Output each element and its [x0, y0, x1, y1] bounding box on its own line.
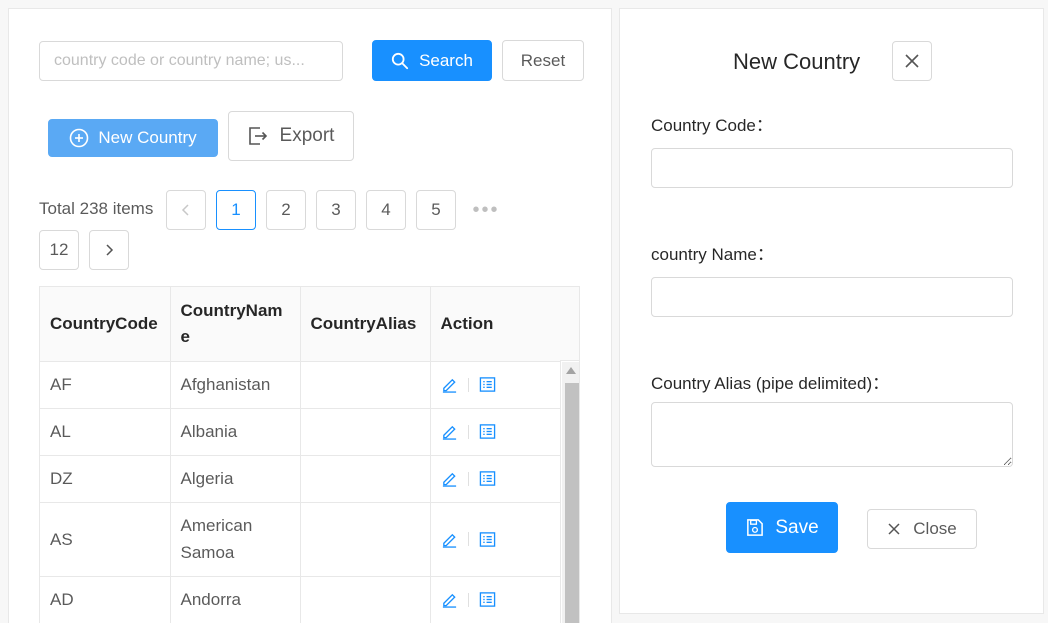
list-detail-icon[interactable] — [479, 470, 496, 487]
cell-name: Afghanistan — [170, 361, 301, 409]
new-country-button-label: New Country — [98, 128, 197, 147]
table-row: DZ Algeria — [40, 455, 561, 503]
header-country-name: CountryName — [170, 287, 301, 362]
list-detail-icon[interactable] — [479, 591, 496, 608]
cell-action — [430, 455, 561, 503]
country-alias-field[interactable] — [651, 402, 1013, 467]
drawer-close-button[interactable] — [892, 41, 932, 81]
cell-action — [430, 361, 561, 409]
cell-name: Algeria — [170, 455, 301, 503]
new-country-button[interactable]: New Country — [48, 119, 218, 157]
table-scrollbar-thumb[interactable] — [565, 383, 579, 623]
country-code-label: Country Code： — [651, 116, 773, 135]
cell-name: Albania — [170, 408, 301, 456]
scroll-up-arrow-icon[interactable] — [566, 367, 576, 374]
save-button[interactable]: Save — [726, 502, 838, 553]
page-3-label: 3 — [331, 200, 341, 219]
cell-action — [430, 502, 561, 577]
list-detail-icon[interactable] — [479, 423, 496, 440]
export-button-label: Export — [279, 125, 335, 146]
cell-action — [430, 576, 561, 623]
total-items-text: Total 238 items — [39, 199, 154, 218]
new-country-drawer: New Country Country Code： country Name： … — [619, 8, 1044, 614]
plus-circle-icon — [70, 128, 89, 148]
page-5-label: 5 — [431, 200, 441, 219]
cell-alias — [300, 502, 431, 577]
list-detail-icon[interactable] — [479, 376, 496, 393]
cell-alias — [300, 361, 431, 409]
country-alias-label: Country Alias (pipe delimited)： — [651, 374, 890, 393]
reset-button[interactable]: Reset — [502, 40, 584, 81]
cell-alias — [300, 455, 431, 503]
table-header-filler — [560, 287, 579, 361]
page-12-label: 12 — [49, 240, 69, 259]
chevron-left-icon — [181, 204, 189, 216]
save-icon — [747, 519, 764, 536]
header-action: Action — [430, 287, 561, 362]
edit-icon[interactable] — [441, 531, 458, 548]
cell-name: American Samoa — [170, 502, 301, 577]
list-detail-icon[interactable] — [479, 531, 496, 548]
page-12[interactable]: 12 — [39, 230, 79, 270]
edit-icon[interactable] — [441, 423, 458, 440]
table-row: AL Albania — [40, 408, 561, 456]
edit-icon[interactable] — [441, 591, 458, 608]
search-button[interactable]: Search — [372, 40, 492, 81]
country-code-field[interactable] — [651, 148, 1013, 188]
search-button-label: Search — [419, 50, 473, 70]
header-country-alias: CountryAlias — [300, 287, 431, 362]
edit-icon[interactable] — [441, 470, 458, 487]
country-list-panel: Search Reset New Country Export Total 23… — [8, 8, 612, 623]
table-header-row: CountryCode CountryName CountryAlias Act… — [40, 287, 561, 362]
prev-page-button[interactable] — [166, 190, 206, 230]
page-3[interactable]: 3 — [316, 190, 356, 230]
cell-alias — [300, 576, 431, 623]
page-1-label: 1 — [231, 200, 241, 219]
table-row: AS American Samoa — [40, 502, 561, 577]
export-icon — [248, 127, 267, 145]
export-button[interactable]: Export — [228, 111, 354, 161]
cell-action — [430, 408, 561, 456]
table-row: AF Afghanistan — [40, 361, 561, 409]
page-1[interactable]: 1 — [216, 190, 256, 230]
chevron-right-icon — [106, 244, 114, 256]
save-button-label: Save — [775, 516, 819, 538]
cell-code: AL — [40, 408, 171, 456]
edit-icon[interactable] — [441, 376, 458, 393]
header-country-code: CountryCode — [40, 287, 171, 362]
search-input[interactable] — [39, 41, 343, 81]
close-button[interactable]: Close — [867, 509, 977, 549]
close-icon — [905, 54, 919, 68]
cell-code: AD — [40, 576, 171, 623]
cell-code: DZ — [40, 455, 171, 503]
country-table: CountryCode CountryName CountryAlias Act… — [39, 286, 580, 623]
page-4-label: 4 — [381, 200, 391, 219]
page-2-label: 2 — [281, 200, 291, 219]
close-button-label: Close — [913, 519, 957, 538]
country-name-label: country Name： — [651, 245, 774, 264]
next-page-button[interactable] — [89, 230, 129, 270]
search-icon — [391, 52, 409, 69]
page-5[interactable]: 5 — [416, 190, 456, 230]
page-4[interactable]: 4 — [366, 190, 406, 230]
page-ellipsis[interactable]: ••• — [466, 190, 506, 230]
cell-name: Andorra — [170, 576, 301, 623]
table-row: AD Andorra — [40, 576, 561, 623]
cell-code: AS — [40, 502, 171, 577]
reset-button-label: Reset — [520, 50, 566, 70]
country-name-field[interactable] — [651, 277, 1013, 317]
drawer-title: New Country — [733, 49, 861, 74]
cell-code: AF — [40, 361, 171, 409]
page-2[interactable]: 2 — [266, 190, 306, 230]
close-icon — [888, 523, 900, 535]
cell-alias — [300, 408, 431, 456]
